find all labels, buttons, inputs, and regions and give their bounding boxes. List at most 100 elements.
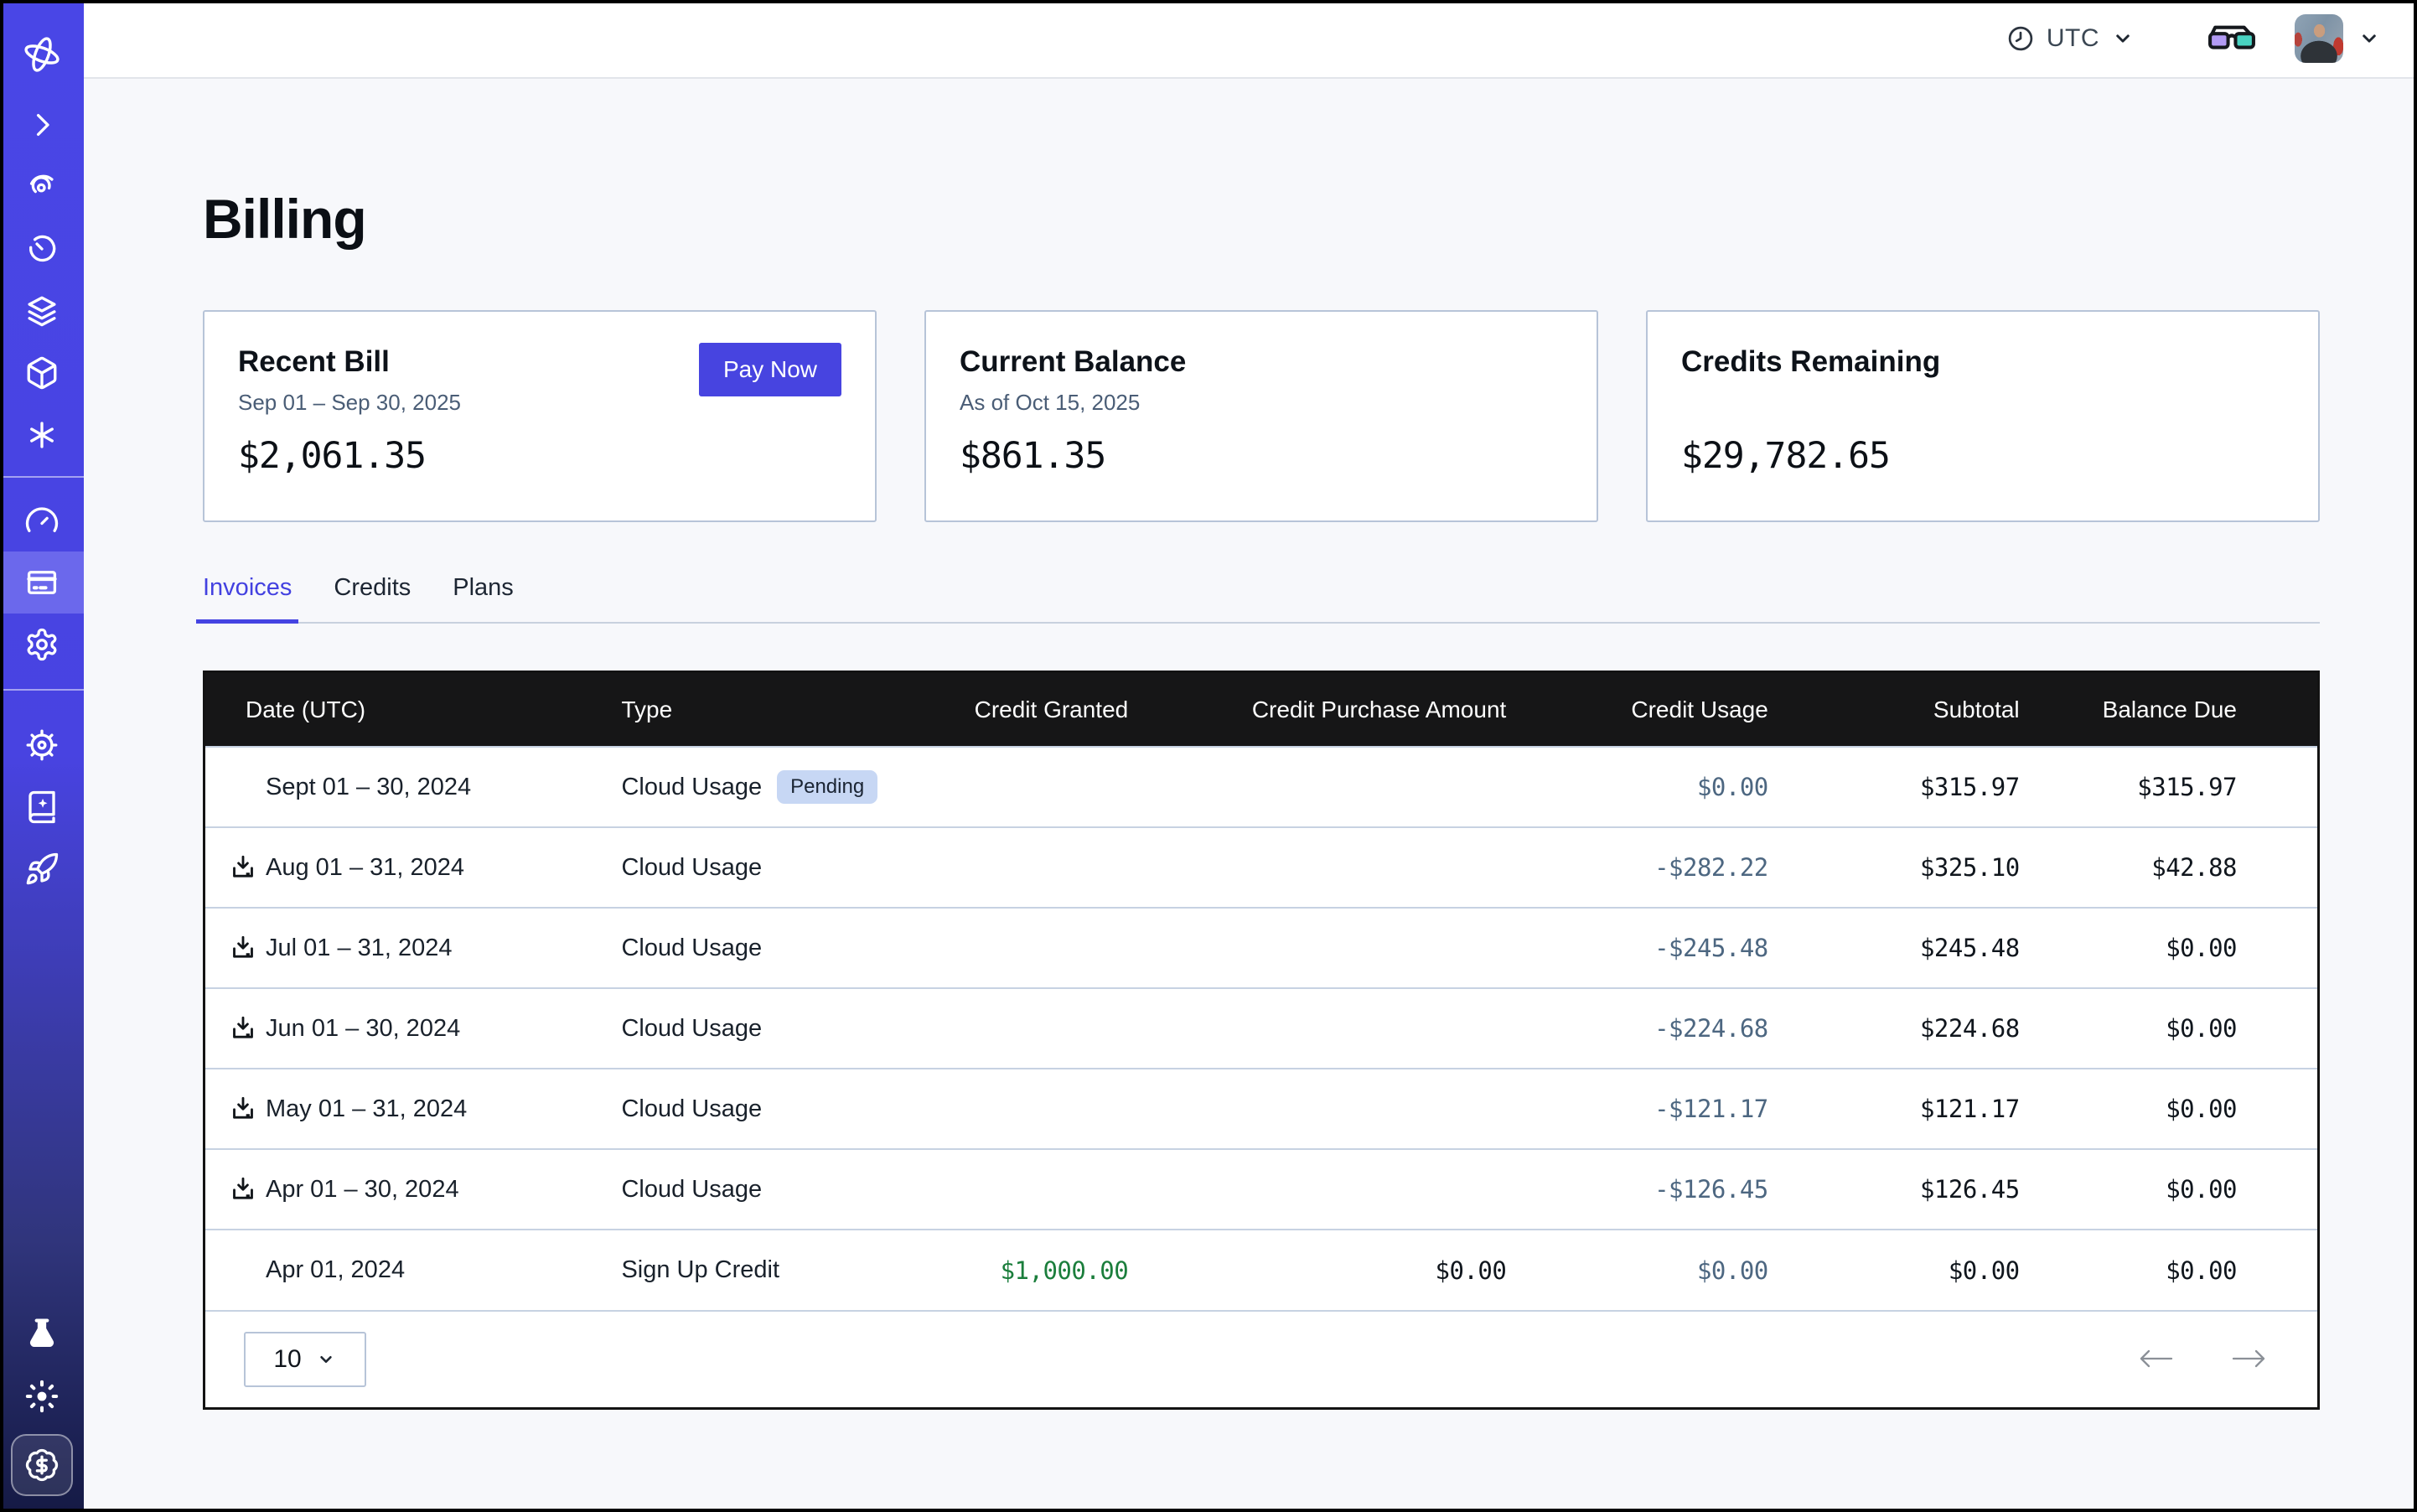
app-logo-icon[interactable] bbox=[0, 15, 84, 94]
collapse-chevron-right-icon[interactable] bbox=[0, 94, 84, 156]
download-invoice-button[interactable] bbox=[227, 1012, 259, 1044]
invoice-type: Cloud Usage bbox=[621, 1015, 762, 1043]
credit-granted-value bbox=[917, 827, 1128, 908]
col-date: Date (UTC) bbox=[205, 673, 621, 747]
invoice-type: Cloud Usage bbox=[621, 774, 762, 801]
download-icon bbox=[229, 853, 257, 882]
credit-usage-value: -$126.45 bbox=[1506, 1149, 1767, 1230]
credit-granted-value bbox=[917, 747, 1128, 827]
credit-usage-value: -$121.17 bbox=[1506, 1069, 1767, 1149]
sidebar-divider bbox=[0, 689, 84, 691]
balance-due-value: $0.00 bbox=[2020, 1069, 2317, 1149]
balance-due-value: $42.88 bbox=[2020, 827, 2317, 908]
credit-usage-value: $0.00 bbox=[1506, 747, 1767, 827]
account-chevron-down-icon[interactable] bbox=[2357, 26, 2382, 51]
invoices-table: Date (UTC) Type Credit Granted Credit Pu… bbox=[205, 673, 2317, 1310]
settings-gear-icon[interactable] bbox=[0, 614, 84, 676]
credit-purchase-value bbox=[1128, 908, 1506, 988]
subtotal-value: $224.68 bbox=[1768, 988, 2020, 1069]
subtotal-value: $126.45 bbox=[1768, 1149, 2020, 1230]
col-balance-due: Balance Due bbox=[2020, 673, 2317, 747]
credit-purchase-value bbox=[1128, 988, 1506, 1069]
col-subtotal: Subtotal bbox=[1768, 673, 2020, 747]
current-balance-amount: $861.35 bbox=[960, 435, 1563, 477]
sidebar-item-billing[interactable] bbox=[0, 551, 84, 614]
card-title: Credits Remaining bbox=[1681, 345, 2285, 379]
subtotal-value: $325.10 bbox=[1768, 827, 2020, 908]
credit-granted-value: $1,000.00 bbox=[917, 1230, 1128, 1310]
credit-usage-value: -$224.68 bbox=[1506, 988, 1767, 1069]
layers-icon[interactable] bbox=[0, 280, 84, 342]
book-sparkle-icon[interactable] bbox=[0, 776, 84, 838]
download-invoice-button[interactable] bbox=[227, 1173, 259, 1205]
page-title: Billing bbox=[203, 186, 2320, 251]
gauge-usage-icon[interactable] bbox=[0, 489, 84, 551]
download-invoice-button[interactable] bbox=[227, 932, 259, 964]
invoice-date: Sept 01 – 30, 2024 bbox=[266, 774, 471, 801]
sun-theme-icon[interactable] bbox=[0, 1365, 84, 1427]
pagination-bar: 10 bbox=[205, 1310, 2317, 1407]
flask-labs-icon[interactable] bbox=[0, 1303, 84, 1365]
invoice-row: Apr 01 – 30, 2024 Cloud Usage -$126.45 $… bbox=[205, 1149, 2317, 1230]
tab-invoices[interactable]: Invoices bbox=[203, 574, 292, 622]
col-credit-usage: Credit Usage bbox=[1506, 673, 1767, 747]
credit-purchase-value: $0.00 bbox=[1128, 1230, 1506, 1310]
pending-badge: Pending bbox=[777, 770, 877, 804]
iris-icon[interactable] bbox=[0, 156, 84, 218]
next-page-button[interactable] bbox=[2230, 1346, 2269, 1374]
credit-purchase-value bbox=[1128, 1149, 1506, 1230]
card-subtitle bbox=[1681, 390, 2285, 416]
box-icon[interactable] bbox=[0, 342, 84, 404]
tab-credits[interactable]: Credits bbox=[334, 574, 411, 622]
invoice-type: Cloud Usage bbox=[621, 1176, 762, 1204]
recent-bill-amount: $2,061.35 bbox=[238, 435, 841, 477]
credit-purchase-value bbox=[1128, 1069, 1506, 1149]
invoice-type: Sign Up Credit bbox=[621, 1256, 779, 1284]
tab-plans[interactable]: Plans bbox=[453, 574, 514, 622]
invoice-row: Jun 01 – 30, 2024 Cloud Usage -$224.68 $… bbox=[205, 988, 2317, 1069]
recent-bill-card: Recent Bill Sep 01 – Sep 30, 2025 $2,061… bbox=[203, 310, 877, 522]
download-icon bbox=[229, 1095, 257, 1123]
prev-page-button[interactable] bbox=[2136, 1346, 2175, 1374]
invoice-row: Aug 01 – 31, 2024 Cloud Usage -$282.22 $… bbox=[205, 827, 2317, 908]
table-header-row: Date (UTC) Type Credit Granted Credit Pu… bbox=[205, 673, 2317, 747]
credit-granted-value bbox=[917, 1069, 1128, 1149]
invoice-date: May 01 – 31, 2024 bbox=[266, 1095, 467, 1123]
credits-remaining-card: Credits Remaining $29,782.65 bbox=[1646, 310, 2320, 522]
arrow-left-icon bbox=[2136, 1346, 2175, 1371]
invoice-type: Cloud Usage bbox=[621, 935, 762, 962]
download-invoice-button[interactable] bbox=[227, 1093, 259, 1125]
credits-remaining-amount: $29,782.65 bbox=[1681, 435, 2285, 477]
download-slot-empty bbox=[227, 1255, 259, 1287]
credit-granted-value bbox=[917, 908, 1128, 988]
download-icon bbox=[229, 1014, 257, 1043]
subtotal-value: $0.00 bbox=[1768, 1230, 2020, 1310]
user-avatar[interactable] bbox=[2295, 14, 2343, 63]
card-subtitle: As of Oct 15, 2025 bbox=[960, 390, 1563, 416]
invoices-table-container: Date (UTC) Type Credit Granted Credit Pu… bbox=[203, 671, 2320, 1410]
download-invoice-button[interactable] bbox=[227, 852, 259, 883]
col-credit-purchase-amount: Credit Purchase Amount bbox=[1128, 673, 1506, 747]
glasses-icon[interactable] bbox=[2207, 21, 2256, 56]
page-size-select[interactable]: 10 bbox=[244, 1332, 366, 1387]
asterisk-icon[interactable] bbox=[0, 404, 84, 466]
invoice-date: Jun 01 – 30, 2024 bbox=[266, 1015, 460, 1043]
pay-now-button[interactable]: Pay Now bbox=[699, 343, 841, 396]
chevron-down-icon bbox=[2110, 26, 2135, 51]
main-content: Billing Recent Bill Sep 01 – Sep 30, 202… bbox=[84, 79, 2417, 1512]
card-title: Current Balance bbox=[960, 345, 1563, 379]
credit-granted-value bbox=[917, 1149, 1128, 1230]
col-type: Type bbox=[621, 673, 917, 747]
invoice-date: Apr 01 – 30, 2024 bbox=[266, 1176, 459, 1204]
page-size-value: 10 bbox=[273, 1345, 301, 1374]
invoice-date: Jul 01 – 31, 2024 bbox=[266, 935, 453, 962]
rocket-icon[interactable] bbox=[0, 838, 84, 900]
timezone-selector[interactable]: UTC bbox=[2006, 23, 2135, 54]
invoice-type: Cloud Usage bbox=[621, 1095, 762, 1123]
subtotal-value: $245.48 bbox=[1768, 908, 2020, 988]
credit-purchase-value bbox=[1128, 747, 1506, 827]
timer-history-icon[interactable] bbox=[0, 218, 84, 280]
summary-cards: Recent Bill Sep 01 – Sep 30, 2025 $2,061… bbox=[203, 310, 2320, 522]
credits-badge-dollar-button[interactable] bbox=[11, 1434, 73, 1496]
ship-wheel-icon[interactable] bbox=[0, 714, 84, 776]
